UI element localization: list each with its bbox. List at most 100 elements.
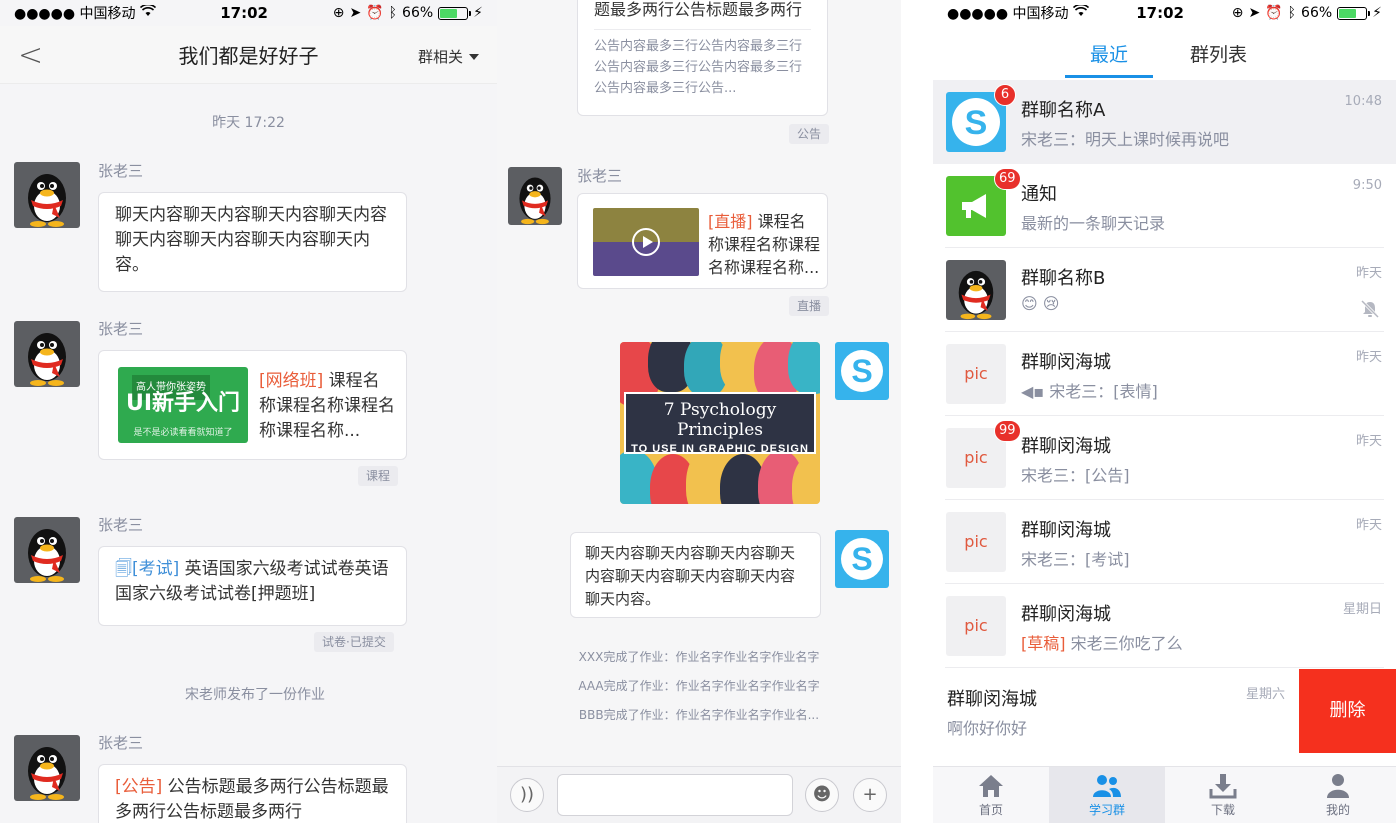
- conversation-preview: 最新的一条聊天记录: [1021, 214, 1166, 233]
- message-composer: )) ☻ +: [497, 766, 901, 823]
- exam-card[interactable]: 🗐[考试] 英语国家六级考试试卷英语国家六级考试试卷[押题班]: [98, 546, 407, 626]
- tab-profile[interactable]: 我的: [1280, 767, 1396, 823]
- conversation-name: 群聊闵海城: [1021, 604, 1111, 625]
- tab-study-group-label: 学习群: [1088, 803, 1125, 817]
- tab-download[interactable]: 下载: [1165, 767, 1281, 823]
- group-menu-button[interactable]: 群相关: [418, 46, 479, 67]
- notice-tag: 公告: [789, 124, 830, 144]
- penguin-avatar[interactable]: [14, 735, 80, 801]
- profile-icon: [1280, 773, 1396, 799]
- rotation-lock-icon: ⊕: [1231, 5, 1244, 21]
- conversation-row[interactable]: pic 99 群聊闵海城 宋老三：[公告] 昨天: [933, 416, 1396, 500]
- conversation-time: 星期日: [1342, 602, 1382, 617]
- conversation-row[interactable]: pic 群聊闵海城 ◀▪ 宋老三：[表情] 昨天: [933, 332, 1396, 416]
- group-icon: [1049, 773, 1165, 799]
- tab-home[interactable]: 首页: [933, 767, 1049, 823]
- poster-subtitle: TO USE IN GRAPHIC DESIGN: [631, 443, 809, 455]
- message-bubble[interactable]: 聊天内容聊天内容聊天内容聊天内容聊天内容聊天内容聊天内容聊天内容。: [98, 192, 407, 292]
- notice-body: 公告内容最多三行公告内容最多三行公告内容最多三行公告内容最多三行公告内容最多三行…: [594, 39, 803, 96]
- conversation-row[interactable]: 群聊名称B 😊 😢 昨天: [933, 248, 1396, 332]
- status-bar: ●●●●● 中国移动 17:02 ⊕ ➤ ⏰ ᛒ 66% ⚡: [0, 0, 497, 26]
- conversation-row[interactable]: 69 通知 最新的一条聊天记录 9:50: [933, 164, 1396, 248]
- tab-recent[interactable]: 最近: [1090, 40, 1128, 67]
- conversation-preview: 宋老三：[表情]: [1049, 382, 1158, 401]
- conversation-time: 星期六: [1245, 687, 1285, 702]
- penguin-avatar[interactable]: [508, 167, 562, 225]
- conversation-name: 群聊名称B: [1021, 268, 1106, 289]
- self-message-text: 聊天内容聊天内容聊天内容聊天内容聊天内容聊天内容聊天内容聊天内容。: [585, 544, 796, 608]
- alarm-icon: ⏰: [366, 5, 384, 21]
- bottom-tab-bar: 首页 学习群 下载 我的: [933, 766, 1396, 823]
- bluetooth-icon: ᛒ: [388, 5, 398, 21]
- conversation-preview-wrap: ◀▪ 宋老三：[表情]: [1021, 378, 1158, 402]
- exam-tag: 试卷·已提交: [314, 632, 394, 652]
- tab-group-list[interactable]: 群列表: [1190, 40, 1247, 67]
- live-prefix: [直播]: [708, 212, 753, 231]
- message-input[interactable]: [557, 774, 793, 816]
- tab-profile-label: 我的: [1325, 803, 1350, 817]
- conversation-name: 群聊闵海城: [947, 689, 1037, 710]
- carrier-label: ●●●●● 中国移动: [947, 6, 1069, 22]
- live-tag: 直播: [789, 296, 830, 316]
- conversation-name: 群聊名称A: [1021, 100, 1106, 121]
- sender-name: 张老三: [98, 516, 144, 534]
- exam-prefix: [考试]: [131, 559, 180, 579]
- back-button[interactable]: <: [18, 38, 43, 73]
- chat-panel-left: ●●●●● 中国移动 17:02 ⊕ ➤ ⏰ ᛒ 66% ⚡ < 我们都是好好子…: [0, 0, 497, 823]
- battery-percent: 66%: [1301, 5, 1333, 21]
- conversation-time: 9:50: [1352, 178, 1382, 193]
- pic-placeholder-avatar: pic: [946, 344, 1006, 404]
- unread-badge: 69: [994, 168, 1021, 190]
- location-icon: ➤: [349, 5, 362, 21]
- pic-placeholder-avatar: pic: [946, 512, 1006, 572]
- battery-icon: [1337, 6, 1371, 20]
- conversation-time: 昨天: [1355, 350, 1382, 365]
- course-card[interactable]: 高人带你张姿势 UI新手入门 是不是必读看看就知道了 [网络班] 课程名称课程名…: [98, 350, 407, 460]
- emoji-icon: ☻: [812, 784, 832, 805]
- poster-image[interactable]: 7 Psychology Principles TO USE IN GRAPHI…: [620, 342, 820, 504]
- penguin-avatar[interactable]: [14, 517, 80, 583]
- penguin-avatar: [946, 260, 1006, 320]
- conversation-row[interactable]: S 6 群聊名称A 宋老三：明天上课时候再说吧 10:48: [933, 80, 1396, 164]
- conversation-time: 10:48: [1344, 94, 1382, 109]
- battery-percent: 66%: [402, 5, 434, 21]
- poster-banner: 7 Psychology Principles TO USE IN GRAPHI…: [624, 392, 816, 455]
- conversation-preview: 宋老三：[公告]: [1021, 466, 1130, 485]
- live-thumbnail: [593, 208, 699, 276]
- self-message-bubble[interactable]: 聊天内容聊天内容聊天内容聊天内容聊天内容聊天内容聊天内容聊天内容。: [570, 532, 821, 618]
- live-card[interactable]: [直播] 课程名称课程名称课程名称课程名称...: [577, 193, 828, 289]
- wifi-icon: [139, 3, 156, 21]
- skype-avatar[interactable]: S: [835, 342, 889, 400]
- conversation-row[interactable]: pic 群聊闵海城 宋老三：[考试] 昨天: [933, 500, 1396, 584]
- add-button[interactable]: +: [853, 778, 887, 812]
- conversation-preview: 宋老三：[考试]: [1021, 550, 1130, 569]
- notice-card[interactable]: 题最多两行公告标题最多两行 公告内容最多三行公告内容最多三行公告内容最多三行公告…: [577, 0, 828, 116]
- bluetooth-icon: ᛒ: [1287, 5, 1297, 21]
- conversation-time: 昨天: [1355, 434, 1382, 449]
- conversation-name: 群聊闵海城: [1021, 520, 1111, 541]
- time-label: 昨天 17:22: [212, 115, 285, 131]
- tab-study-group[interactable]: 学习群: [1049, 767, 1165, 823]
- chat-nav-bar: < 我们都是好好子 群相关: [0, 26, 497, 84]
- chevron-down-icon: [469, 53, 479, 60]
- alarm-icon: ⏰: [1265, 5, 1283, 21]
- homework-note: XXX完成了作业：作业名字作业名字作业名字: [578, 650, 820, 664]
- tab-download-label: 下载: [1210, 803, 1235, 817]
- conversation-time: 昨天: [1355, 518, 1382, 533]
- chat-message-list[interactable]: 昨天 17:22 张老三 聊天内容聊天内容聊天内容聊天内容聊天内容聊天内容聊天内…: [0, 84, 497, 823]
- battery-icon: [438, 6, 472, 20]
- voice-button[interactable]: )): [510, 778, 544, 812]
- skype-avatar[interactable]: S: [835, 530, 889, 588]
- course-thumb-sub: 是不是必读看看就知道了: [133, 428, 233, 438]
- status-bar: ●●●●● 中国移动 17:02 ⊕ ➤ ⏰ ᛒ 66% ⚡: [933, 0, 1396, 26]
- notice-card[interactable]: [公告] 公告标题最多两行公告标题最多两行公告标题最多两行: [98, 764, 407, 823]
- penguin-avatar[interactable]: [14, 162, 80, 228]
- conversation-row[interactable]: pic 群聊闵海城 [草稿] 宋老三你吃了么 星期日: [933, 584, 1396, 668]
- emoji-button[interactable]: ☻: [805, 778, 839, 812]
- svg-text:S: S: [851, 541, 872, 577]
- conversation-name: 群聊闵海城: [1021, 436, 1111, 457]
- conversation-row-swiped[interactable]: 群聊闵海城 啊你好你好 星期六 删除: [933, 669, 1396, 753]
- penguin-avatar[interactable]: [14, 321, 80, 387]
- delete-button[interactable]: 删除: [1299, 669, 1396, 753]
- conversation-name: 群聊闵海城: [1021, 352, 1111, 373]
